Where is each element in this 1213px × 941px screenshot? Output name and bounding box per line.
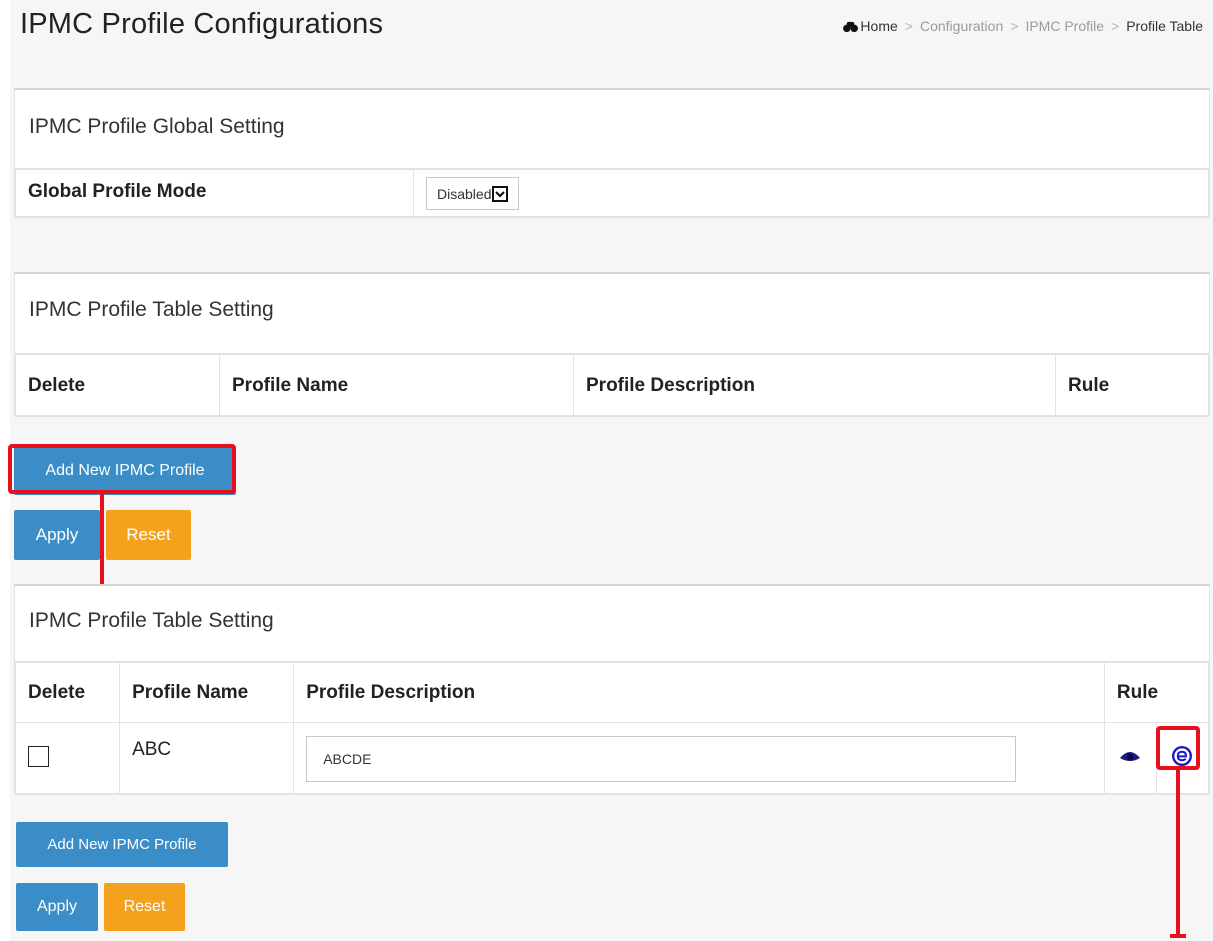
breadcrumb-profile-table: Profile Table [1126,18,1203,34]
chevron-down-icon [492,185,509,202]
annotation-arrow-shaft [100,494,104,588]
panel-heading: IPMC Profile Table Setting [15,586,1209,662]
profile-name-cell: ABC [119,722,295,795]
annotation-highlight-add-button [8,444,236,494]
apply-button-2[interactable]: Apply [16,883,98,931]
breadcrumb-home[interactable]: Home [843,18,898,34]
global-profile-mode-select[interactable]: Disabled [426,177,520,210]
global-profile-mode-label: Global Profile Mode [15,169,414,218]
column-header-delete: Delete [15,354,220,417]
delete-cell [14,722,121,795]
profile-table-panel-with-row: IPMC Profile Table Setting Delete Profil… [14,584,1210,795]
page-title: IPMC Profile Configurations [20,8,384,40]
column-header-rule: Rule [1055,354,1209,417]
column-header-rule: Rule [1103,662,1210,723]
global-profile-mode-value: Disabled [437,185,492,202]
profile-description-input[interactable]: ABCDE [306,735,1017,782]
profile-table-empty: Delete Profile Name Profile Description … [15,354,1209,417]
table-row: ABC ABCDE [14,722,1210,795]
breadcrumb-home-label: Home [860,18,898,34]
annotation-line-foot [1170,934,1186,938]
reset-button[interactable]: Reset [106,510,191,560]
breadcrumb-separator: > [904,18,913,34]
breadcrumb-ipmc-profile[interactable]: IPMC Profile [1025,18,1104,34]
breadcrumb: Home > Configuration > IPMC Profile > Pr… [843,18,1203,34]
view-rule-icon[interactable] [1119,748,1141,764]
breadcrumb-configuration[interactable]: Configuration [920,18,1003,34]
add-new-ipmc-profile-button-2[interactable]: Add New IPMC Profile [16,822,228,867]
column-header-profile-name: Profile Name [219,354,574,417]
annotation-line-down [1176,770,1180,938]
breadcrumb-separator: > [1111,18,1120,34]
panel-heading: IPMC Profile Table Setting [15,274,1209,354]
breadcrumb-separator: > [1010,18,1019,34]
annotation-highlight-edit-icon [1156,726,1200,770]
rule-view-cell [1103,722,1157,795]
column-header-profile-name: Profile Name [119,662,295,723]
column-header-profile-description: Profile Description [293,662,1105,723]
delete-checkbox[interactable] [28,745,49,767]
profile-table-panel-empty: IPMC Profile Table Setting Delete Profil… [14,272,1210,417]
profile-table: Delete Profile Name Profile Description … [14,662,1210,795]
column-header-delete: Delete [14,662,121,723]
global-setting-table: Global Profile Mode Disabled [15,169,1209,218]
profile-description-cell: ABCDE [293,722,1105,795]
home-icon [843,21,859,32]
panel-heading: IPMC Profile Global Setting [15,90,1209,169]
column-header-profile-description: Profile Description [573,354,1056,417]
global-profile-mode-cell: Disabled [413,169,1209,218]
apply-button[interactable]: Apply [14,510,100,560]
global-setting-panel: IPMC Profile Global Setting Global Profi… [14,88,1210,218]
reset-button-2[interactable]: Reset [104,883,185,931]
